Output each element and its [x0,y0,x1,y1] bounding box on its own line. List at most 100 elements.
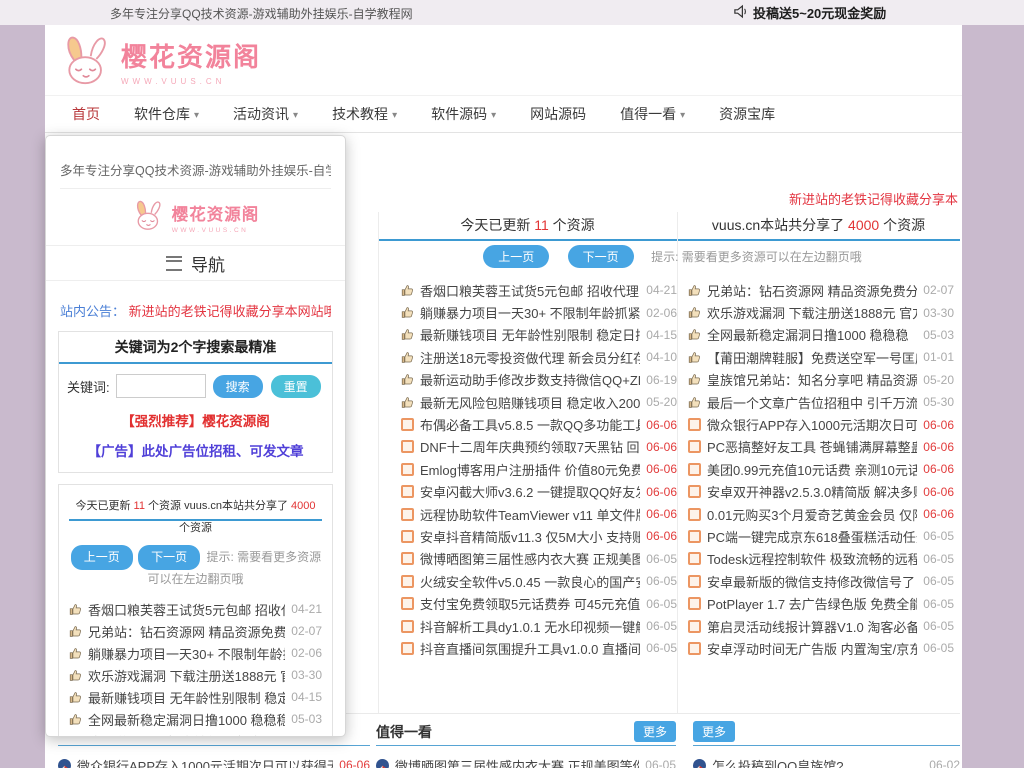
search-button[interactable]: 搜索 [213,375,263,398]
list-item[interactable]: 【莆田潮牌鞋服】免费送空军一号匡威1970s01-01 [688,346,954,368]
list-item[interactable]: 最新赚钱项目 无年龄性别限制 稳定日撸300+04-15 [401,324,677,346]
promo-banner[interactable]: 投稿送5~20元现金奖励 [733,3,886,22]
file-icon [401,485,414,498]
list-item[interactable]: 最后一个文章广告位招租中 引千万流 聚八方05-30 [688,391,954,413]
list-item[interactable]: PC恶搞整好友工具 苍蝇铺满屏幕整蛊专家 效06-06 [688,436,954,458]
list-item[interactable]: 躺赚暴力项目一天30+ 不限制年龄抓紧上02-06 [69,642,322,664]
list-item[interactable]: 全网最新稳定漏洞日撸1000 稳稳稳05-03 [688,324,954,346]
mobile-nav-toggle[interactable]: 导航 [46,245,345,281]
list-item[interactable]: 香烟口粮芙蓉王试货5元包邮 招收代理04-21 [401,279,677,301]
reset-button[interactable]: 重置 [271,375,321,398]
item-date: 04-21 [646,283,677,297]
more-button[interactable]: 更多 [634,721,676,742]
file-icon [688,508,701,521]
list-item[interactable]: DNF十二周年庆典预约领取7天黑钻 回归用户06-06 [401,436,677,458]
item-title: 支付宝免费领取5元话费券 可45元充值三网50 [420,594,640,613]
item-date: 06-06 [923,418,954,432]
mobile-search-box: 关键词为2个字搜索最精准 关键词: 搜索 重置 【强烈推荐】樱花资源阁 【广告】… [58,331,333,473]
list-item[interactable]: 欢乐游戏漏洞 下载注册送1888元 官方合03-30 [69,664,322,686]
list-item[interactable]: 最新无风险包赔赚钱项目 稳定收入200-500元05-20 [401,391,677,413]
list-item[interactable]: PotPlayer 1.7 去广告绿色版 免费全能影音播06-05 [688,592,954,614]
item-date: 06-06 [646,485,677,499]
item-date: 04-15 [646,328,677,342]
list-item[interactable]: 怎么投稿到QQ皇族馆?06-02 [693,753,960,768]
list-item[interactable]: 抖音解析工具dy1.0.1 无水印视频一键解析软件06-05 [401,615,677,637]
resource-list-right: 兄弟站：钻石资源网 精品资源免费分享基地02-07欢乐游戏漏洞 下载注册送188… [688,279,954,660]
list-item[interactable]: 美团0.99元充值10元话费 亲测10元话费秒到06-06 [688,458,954,480]
list-item[interactable]: Emlog博客用户注册插件 价值80元免费分享06-06 [401,458,677,480]
list-item[interactable]: 布偶必备工具v5.8.5 一款QQ多功能工具软件06-06 [401,413,677,435]
list-item[interactable]: 0.01元购买3个月爱奇艺黄金会员 仅限京东白06-06 [688,503,954,525]
rabbit-logo-icon[interactable] [59,32,115,91]
prev-page-button[interactable]: 上一页 [483,245,549,268]
list-item[interactable]: 安卓闪截大师v3.6.2 一键提取QQ好友发的闪图06-06 [401,481,677,503]
item-title: 安卓双开神器v2.5.3.0精简版 解决多账号切换 [707,482,917,501]
nav-item[interactable]: 值得一看▾ [603,96,702,132]
list-item[interactable]: 兄弟站：钻石资源网 精品资源免费分享基地02-07 [688,279,954,301]
list-item[interactable]: 全网最新稳定漏洞日撸1000 稳稳稳05-03 [69,708,322,730]
next-page-button[interactable]: 下一页 [138,545,200,570]
notice-label: 站内公告： [60,304,125,319]
mobile-resource-list: 香烟口粮芙蓉王试货5元包邮 招收代理04-21兄弟站：钻石资源网 精品资源免费分… [69,598,322,737]
list-item[interactable]: 注册送18元零投资做代理 新会员分红存04-10 [69,730,322,737]
mobile-pagination: 上一页 下一页 提示: 需要看更多资源可以在左边翻页哦 [65,545,326,589]
recommend-ad-link[interactable]: 【强烈推荐】樱花资源阁 [63,410,328,430]
prev-page-button[interactable]: 上一页 [71,545,133,570]
nav-item[interactable]: 软件仓库▾ [117,96,216,132]
list-item[interactable]: 安卓最新版的微信支持修改微信号了！ IOS版06-05 [688,570,954,592]
item-title: 最新赚钱项目 无年龄性别限制 稳定日撸 [88,688,285,707]
list-item[interactable]: 注册送18元零投资做代理 新会员分红存100004-10 [401,346,677,368]
nav-label: 值得一看 [620,97,676,132]
list-item[interactable]: 香烟口粮芙蓉王试货5元包邮 招收代理04-21 [69,598,322,620]
list-item[interactable]: 第启灵活动线报计算器V1.0 淘客必备的一款软06-05 [688,615,954,637]
list-item[interactable]: 微博晒图第三届性感内衣大赛 正规美图等你欣赏06-05 [376,753,676,768]
item-title: 兄弟站：钻石资源网 精品资源免费分享基 [88,622,285,641]
list-item[interactable]: 远程协助软件TeamViewer v11 单文件版 方便06-06 [401,503,677,525]
list-item[interactable]: 最新运动助手修改步数支持微信QQ+ZFB步06-19 [401,369,677,391]
list-item[interactable]: 皇族馆兄弟站：知名分享吧 精品资源分享基地05-20 [688,369,954,391]
list-item[interactable]: 兄弟站：钻石资源网 精品资源免费分享基02-07 [69,620,322,642]
nav-item[interactable]: 活动资讯▾ [216,96,315,132]
list-item[interactable]: 火绒安全软件v5.0.45 一款良心的国产安全软件06-05 [401,570,677,592]
ad-slot-link[interactable]: 【广告】此处广告位招租、可发文章 [63,440,328,460]
chevron-down-icon: ▾ [293,98,298,133]
nav-item[interactable]: 软件源码▾ [414,96,513,132]
thumbs-up-icon [69,669,82,682]
topbar: 多年专注分享QQ技术资源-游戏辅助外挂娱乐-自学教程网 投稿送5~20元现金奖励 [0,0,1024,25]
main-nav: 首页软件仓库▾活动资讯▾技术教程▾软件源码▾网站源码值得一看▾资源宝库 [45,95,962,133]
list-item[interactable]: 支付宝免费领取5元话费券 可45元充值三网5006-05 [401,592,677,614]
item-date: 06-06 [923,485,954,499]
list-item[interactable]: 抖音直播间氛围提升工具v1.0.0 直播间自动发06-05 [401,637,677,659]
nav-item[interactable]: 首页 [55,96,117,132]
list-item[interactable]: 微博晒图第三届性感内衣大赛 正规美图等你欣06-05 [401,548,677,570]
item-date: 06-06 [646,507,677,521]
item-title: 布偶必备工具v5.8.5 一款QQ多功能工具软件 [420,415,640,434]
nav-item[interactable]: 资源宝库 [702,96,792,132]
mobile-preview-panel: 多年专注分享QQ技术资源-游戏辅助外挂娱乐-自学教程网 樱花资源阁 WWW.VU… [45,135,346,737]
mobile-stats-box: 今天已更新 11 个资源 vuus.cn本站共分享了 4000 个资源 上一页 … [58,484,333,737]
nav-item[interactable]: 技术教程▾ [315,96,414,132]
list-item[interactable]: 安卓双开神器v2.5.3.0精简版 解决多账号切换 06-06 [688,481,954,503]
list-item[interactable]: 安卓抖音精简版v11.3 仅5M大小 支持账号登录06-06 [401,525,677,547]
list-item[interactable]: 躺赚暴力项目一天30+ 不限制年龄抓紧上车02-06 [401,301,677,323]
list-item[interactable]: PC端一键完成京东618叠蛋糕活动任务工具06-05 [688,525,954,547]
list-item[interactable]: 微众银行APP存入1000元活期次日可以获得无门06-06 [58,753,370,768]
list-item[interactable]: 最新赚钱项目 无年龄性别限制 稳定日撸04-15 [69,686,322,708]
item-date: 05-30 [923,395,954,409]
nav-item[interactable]: 网站源码 [513,96,603,132]
list-item[interactable]: 安卓浮动时间无广告版 内置淘宝/京东/苏宁/掐06-05 [688,637,954,659]
file-icon [401,440,414,453]
keyword-input[interactable] [116,374,206,398]
brand-block[interactable]: 樱花资源阁 WWW.VUUS.CN [121,37,261,86]
thumbs-up-icon [69,625,82,638]
list-item[interactable]: Todesk远程控制软件 极致流畅的远程协助工具06-05 [688,548,954,570]
item-title: PC恶搞整好友工具 苍蝇铺满屏幕整蛊专家 效 [707,437,917,456]
list-item[interactable]: 欢乐游戏漏洞 下载注册送1888元 官方合作03-30 [688,301,954,323]
file-icon [401,530,414,543]
announcement-marquee: 新进站的老铁记得收藏分享本 [380,189,958,208]
mobile-brand[interactable]: 樱花资源阁 WWW.VUUS.CN [46,197,345,237]
more-button[interactable]: 更多 [693,721,735,742]
next-page-button[interactable]: 下一页 [568,245,634,268]
list-item[interactable]: 微众银行APP存入1000元活期次日可以获得无06-06 [688,413,954,435]
site-slogan: 多年专注分享QQ技术资源-游戏辅助外挂娱乐-自学教程网 [110,5,413,22]
